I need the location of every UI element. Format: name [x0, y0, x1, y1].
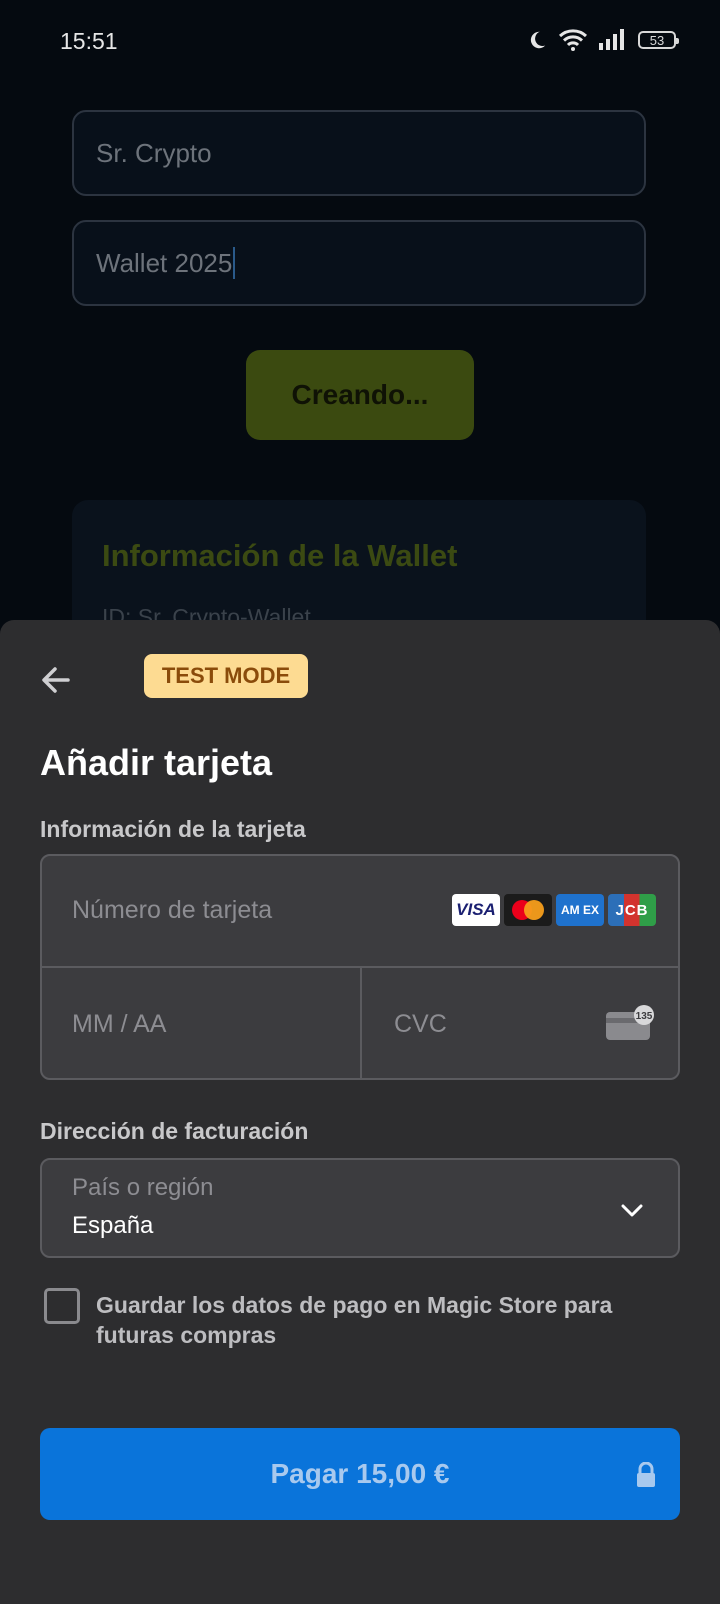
country-select[interactable]: País o región España — [40, 1158, 680, 1258]
status-time: 15:51 — [60, 28, 118, 54]
card-number-placeholder: Número de tarjeta — [72, 896, 273, 924]
jcb-logo: JCB — [608, 894, 656, 926]
test-mode-badge: TEST MODE — [144, 654, 308, 698]
create-wallet-button[interactable]: Creando... — [246, 350, 474, 440]
amex-logo: AM EX — [556, 894, 604, 926]
cvc-card-icon: 135 — [606, 1005, 654, 1040]
battery-icon: 53 — [638, 31, 679, 49]
chevron-down-icon — [621, 1204, 643, 1217]
back-button[interactable] — [36, 660, 76, 700]
cvc-icon-number: 135 — [636, 1011, 653, 1022]
status-bar: 15:51 53 — [0, 0, 720, 84]
visa-logo: VISA — [452, 894, 500, 926]
name-input[interactable]: Sr. Crypto — [72, 110, 646, 196]
mastercard-yellow-circle — [524, 900, 544, 920]
wifi-icon — [558, 28, 588, 52]
pay-button-label: Pagar 15,00 € — [270, 1458, 450, 1489]
card-row-expiry-cvc: MM / AA CVC 135 — [42, 968, 678, 1078]
expiry-input[interactable]: MM / AA — [42, 968, 362, 1078]
cvc-input[interactable]: CVC 135 — [362, 968, 678, 1078]
lock-icon — [637, 1462, 655, 1487]
billing-address-label: Dirección de facturación — [40, 1118, 309, 1144]
country-value: España — [72, 1212, 154, 1239]
name-input-value: Sr. Crypto — [96, 137, 212, 168]
status-icons: 53 — [526, 28, 679, 52]
card-brands: VISA AM EX JCB — [452, 894, 656, 926]
moon-icon — [526, 29, 548, 51]
screen: 15:51 53 Sr. Crypto Wallet 2025 Creando.… — [0, 0, 720, 1604]
card-details-group: Número de tarjeta VISA AM EX JCB MM / AA… — [40, 854, 680, 1080]
add-card-sheet: TEST MODE Añadir tarjeta Información de … — [0, 620, 720, 1604]
wallet-info-title: Información de la Wallet — [102, 538, 458, 573]
signal-icon — [598, 29, 628, 51]
cvc-placeholder: CVC — [394, 1010, 447, 1038]
card-number-input[interactable]: Número de tarjeta VISA AM EX JCB — [42, 856, 678, 968]
wallet-input[interactable]: Wallet 2025 — [72, 220, 646, 306]
arrow-left-icon — [42, 667, 70, 693]
wallet-input-value: Wallet 2025 — [96, 247, 233, 278]
save-payment-checkbox[interactable] — [44, 1288, 80, 1324]
expiry-placeholder: MM / AA — [72, 1010, 167, 1038]
country-label: País o región — [72, 1174, 214, 1201]
save-payment-label[interactable]: Guardar los datos de pago en Magic Store… — [96, 1290, 656, 1350]
text-caret — [233, 247, 236, 279]
sheet-title: Añadir tarjeta — [40, 742, 273, 783]
pay-button[interactable]: Pagar 15,00 € — [40, 1428, 680, 1520]
mastercard-logo — [504, 894, 552, 926]
card-info-label: Información de la tarjeta — [40, 816, 306, 842]
